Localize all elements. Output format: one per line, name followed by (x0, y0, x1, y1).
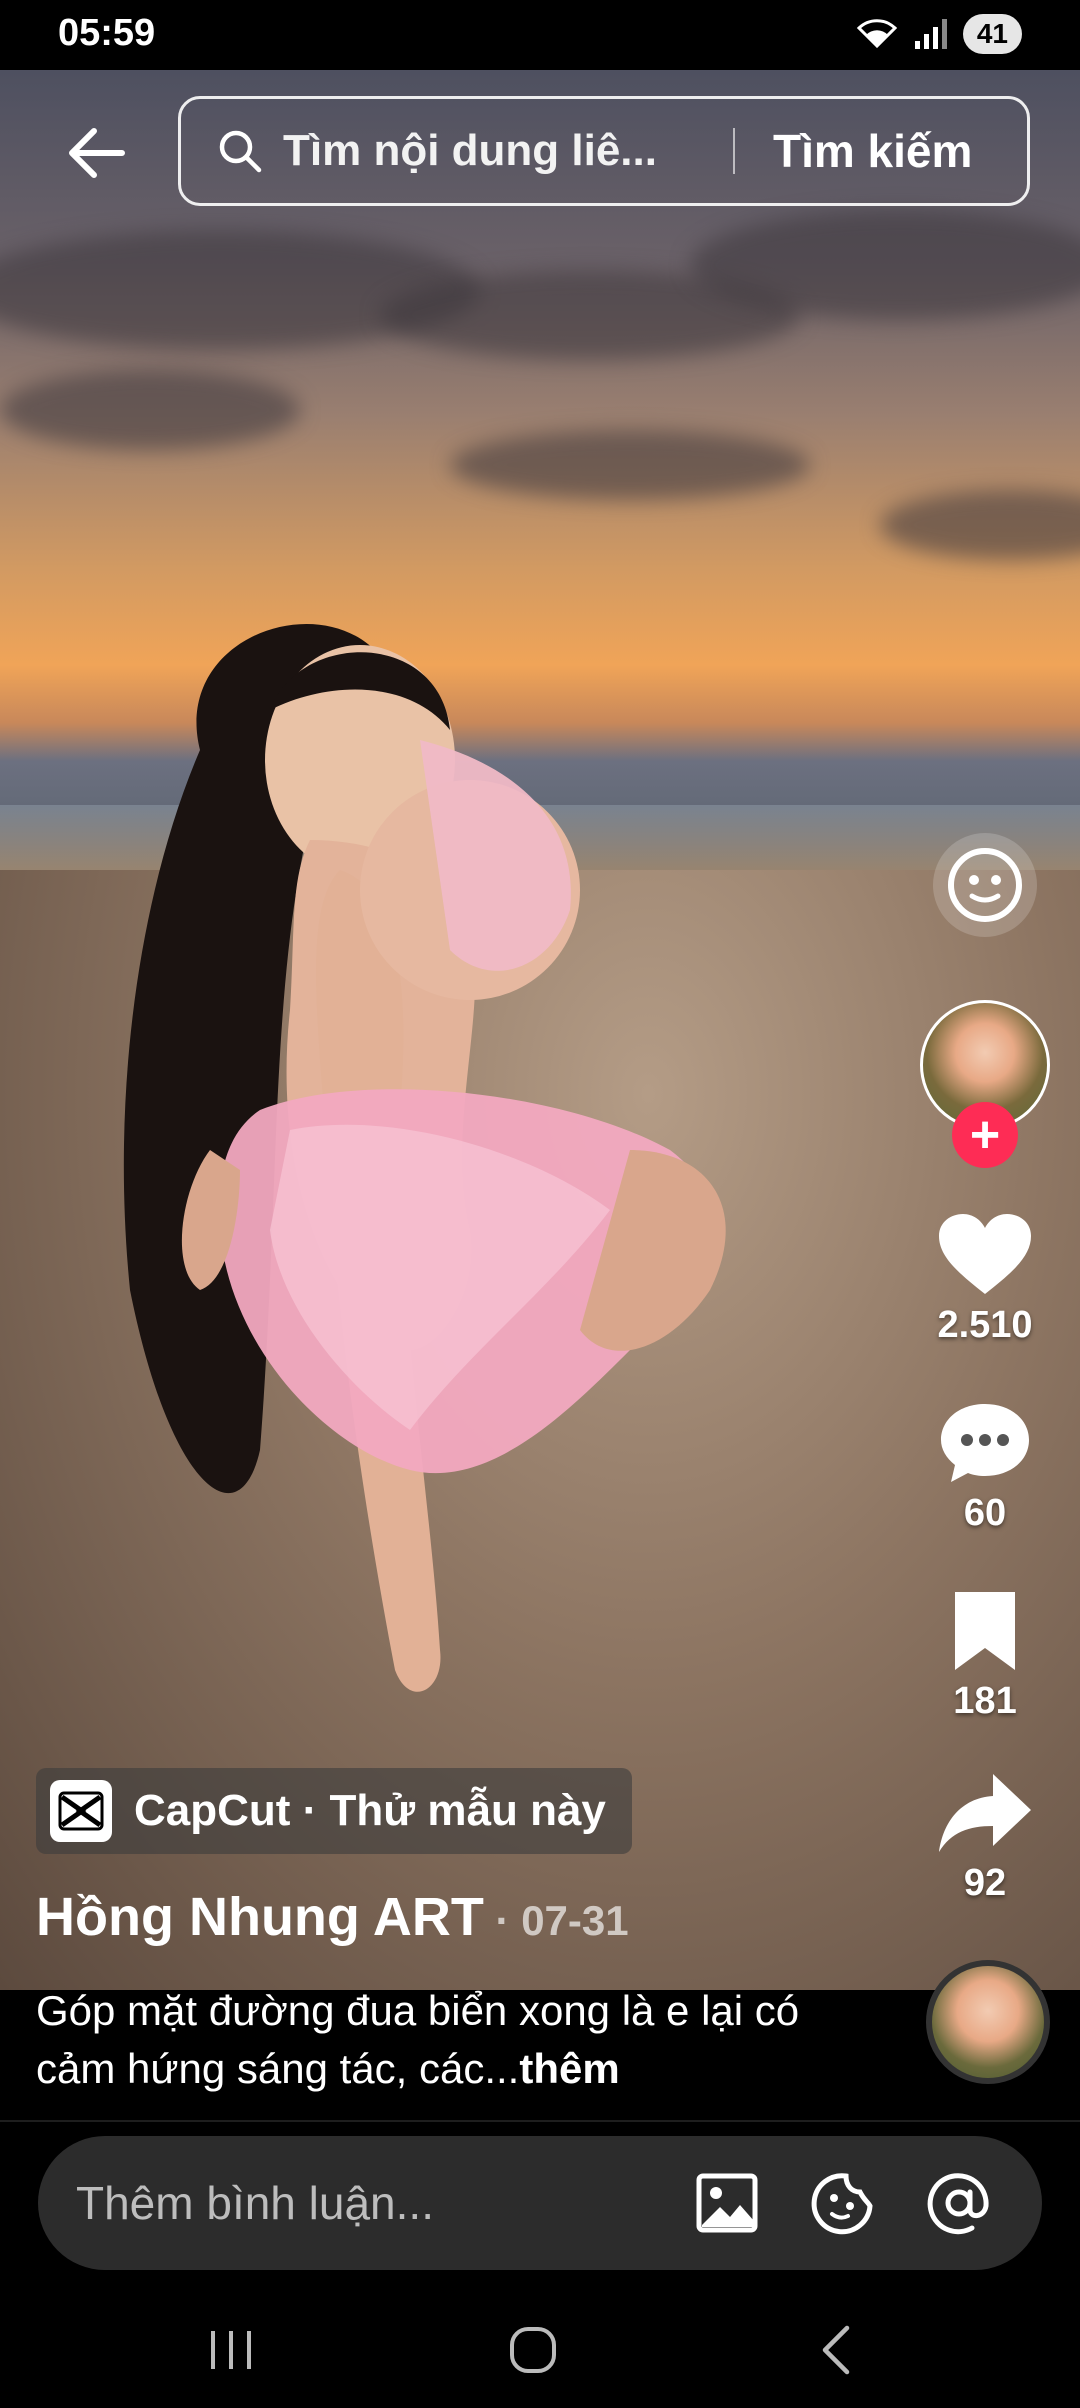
capcut-template-chip[interactable]: CapCut · Thử mẫu này (36, 1768, 632, 1854)
caption-more-link[interactable]: thêm (519, 2045, 619, 2092)
music-disc[interactable] (926, 1960, 1050, 2084)
cloud (0, 370, 300, 450)
comment-bar: Thêm bình luận... (38, 2136, 1042, 2270)
home-button[interactable] (498, 2320, 568, 2380)
home-icon (510, 2327, 556, 2373)
back-arrow-icon (69, 128, 125, 178)
capcut-logo-icon (50, 1780, 112, 1842)
status-time: 05:59 (58, 12, 156, 54)
comment-bar-container: Thêm bình luận... (0, 2120, 1080, 2290)
save-button[interactable]: 181 (890, 1588, 1080, 1723)
post-caption[interactable]: Góp mặt đường đua biển xong là e lại có … (36, 1982, 866, 2098)
at-sign-icon (927, 2173, 989, 2235)
save-count: 181 (953, 1680, 1017, 1722)
image-button[interactable] (694, 2170, 760, 2236)
video-subject (123, 623, 726, 1692)
search-submit-button[interactable]: Tìm kiếm (773, 124, 972, 178)
comment-input[interactable]: Thêm bình luận... (76, 2176, 694, 2230)
like-button[interactable]: 2.510 (890, 1212, 1080, 1347)
cloud (880, 490, 1080, 560)
wifi-icon (856, 19, 897, 49)
emoji-button[interactable] (810, 2170, 876, 2236)
cloud (450, 430, 810, 500)
creator-profile[interactable]: + (890, 1000, 1080, 1168)
comment-button[interactable]: 60 (890, 1400, 1080, 1535)
search-icon (219, 130, 262, 173)
bookmark-icon (955, 1592, 1015, 1670)
search-input[interactable]: Tìm nội dung liê... (283, 126, 703, 176)
like-count: 2.510 (937, 1304, 1033, 1346)
back-nav-icon (822, 2325, 850, 2375)
back-button[interactable] (56, 118, 136, 188)
search-divider (733, 128, 735, 174)
image-icon (696, 2173, 758, 2233)
author-name[interactable]: Hồng Nhung ART (36, 1887, 484, 1947)
filter-face-icon (933, 833, 1037, 937)
comment-bubble-icon (941, 1404, 1029, 1482)
nav-back-button[interactable] (800, 2320, 870, 2380)
follow-button[interactable]: + (952, 1102, 1018, 1168)
recents-icon (211, 2331, 251, 2369)
signal-icon (914, 19, 947, 49)
share-button[interactable]: 92 (890, 1770, 1080, 1905)
caption-text: Góp mặt đường đua biển xong là e lại có … (36, 1987, 800, 2092)
heart-icon (939, 1214, 1031, 1294)
share-arrow-icon (939, 1774, 1031, 1852)
status-bar: 05:59 41 (0, 0, 1080, 70)
share-count: 92 (963, 1862, 1007, 1904)
author-row: Hồng Nhung ART · 07-31 (36, 1886, 629, 1948)
post-date: · 07-31 (483, 1897, 629, 1944)
filter-effect-button[interactable] (890, 830, 1080, 940)
mention-button[interactable] (926, 2170, 992, 2236)
capcut-template-label: CapCut · Thử mẫu này (134, 1786, 606, 1835)
comment-count: 60 (963, 1492, 1007, 1534)
search-bar[interactable]: Tìm nội dung liê... Tìm kiếm (178, 96, 1030, 206)
system-nav-bar (0, 2290, 1080, 2408)
recents-button[interactable] (196, 2320, 266, 2380)
battery-indicator: 41 (962, 14, 1022, 54)
status-icons: 41 (855, 14, 1022, 54)
emoji-icon (811, 2173, 873, 2235)
